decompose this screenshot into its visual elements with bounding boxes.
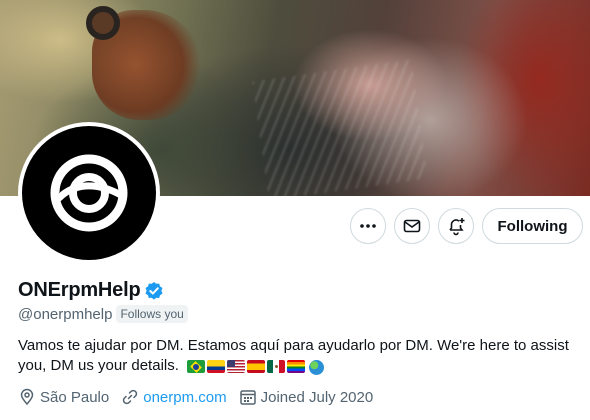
username-handle: @onerpmhelp <box>18 305 113 323</box>
calendar-icon <box>239 390 256 405</box>
mail-icon <box>403 219 421 233</box>
following-button[interactable]: Following <box>482 208 583 244</box>
notify-button[interactable] <box>438 208 474 244</box>
avatar[interactable] <box>18 122 160 264</box>
onerpm-logo <box>22 126 156 260</box>
brazil-flag <box>187 360 206 373</box>
more-icon <box>360 224 376 228</box>
website-link[interactable]: onerpm.com <box>143 389 226 406</box>
mexico-flag <box>267 360 286 373</box>
rainbow-flag <box>287 360 306 373</box>
profile-page: Following ONErpmHelp @onerpmhelp Follows… <box>0 0 590 420</box>
spain-flag <box>247 360 266 373</box>
bell-plus-icon <box>449 218 465 236</box>
joined-text: Joined July 2020 <box>260 388 374 406</box>
website-item[interactable]: onerpm.com <box>121 388 227 406</box>
name-row: ONErpmHelp <box>18 279 164 302</box>
usa-flag <box>227 360 246 373</box>
profile-meta: São Paulo onerpm.com Joined July 2020 <box>18 388 385 406</box>
more-button[interactable] <box>350 208 386 244</box>
follows-you-badge: Follows you <box>116 305 188 323</box>
location-icon <box>20 388 34 406</box>
display-name: ONErpmHelp <box>18 279 141 301</box>
joined-item: Joined July 2020 <box>239 388 374 406</box>
location-item: São Paulo <box>18 388 109 406</box>
location-text: São Paulo <box>40 388 110 406</box>
colombia-flag <box>207 360 226 373</box>
profile-bio: Vamos te ajudar por DM. Estamos aquí par… <box>18 336 578 376</box>
globe-icon <box>309 360 325 375</box>
link-icon <box>123 389 138 405</box>
verified-badge-icon[interactable] <box>144 281 164 301</box>
handle-row: @onerpmhelp Follows you <box>18 305 188 323</box>
message-button[interactable] <box>394 208 430 244</box>
bio-flags <box>187 360 325 375</box>
